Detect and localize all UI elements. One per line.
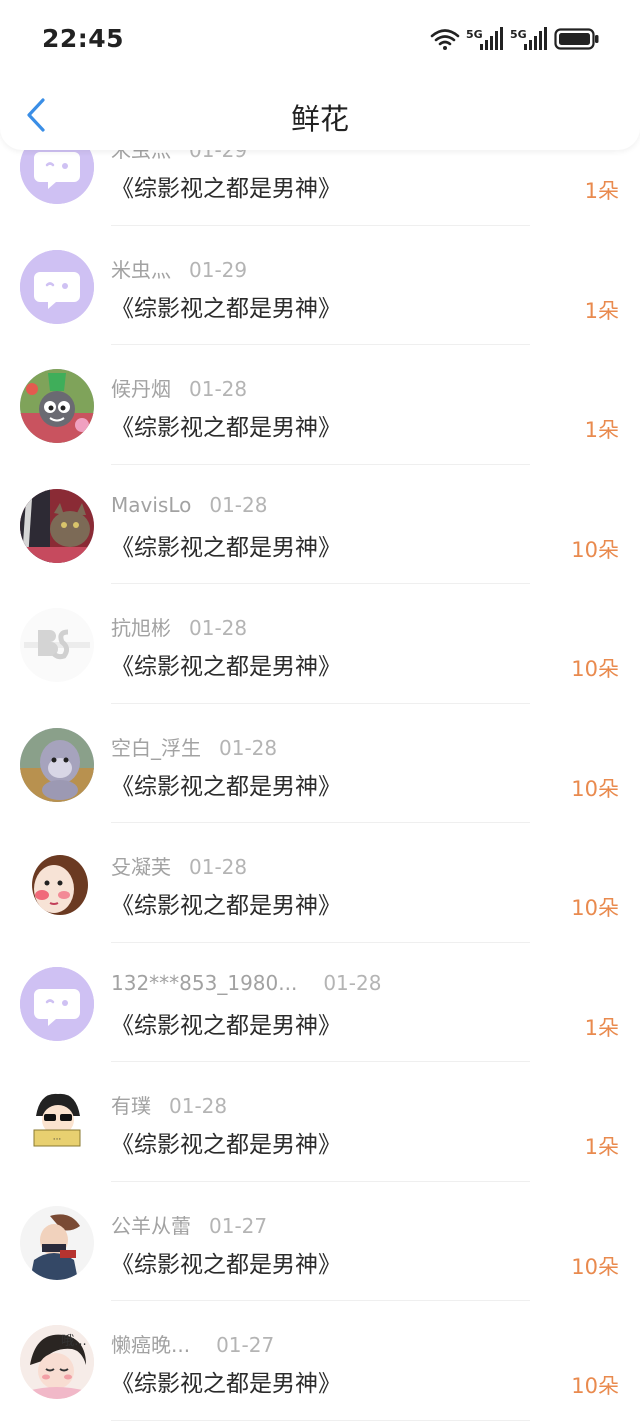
5g-signal-icon: 5G [466,27,503,50]
cartoon-animal-avatar-icon [20,369,94,443]
anime-warrior-avatar-icon [20,1205,94,1280]
avatar[interactable] [20,847,94,921]
header: 22:45 5G 5G 鲜花 [0,0,640,150]
plush-toy-avatar-icon [20,727,94,802]
letters-photo-avatar-icon [20,608,94,682]
book-title: 《综影视之都是男神》 [111,1371,341,1397]
avatar[interactable]: 哦... [20,1325,94,1399]
list-item[interactable]: 抗旭彬 01-28 《综影视之都是男神》 10朵 [0,584,640,704]
anime-sleepy-avatar-icon: 哦... [20,1325,94,1399]
user-name[interactable]: 132***853_1980... [111,971,297,995]
user-name[interactable]: 抗旭彬 [111,612,171,641]
date: 01-27 [216,1333,275,1357]
flower-amount: 10朵 [571,1254,619,1279]
list-item[interactable]: 哦... 懒癌晚... 01-27 《综影视之都是男神》 10朵 [0,1301,640,1421]
flower-amount: 1朵 [584,298,619,323]
cartoon-boy-sign-avatar-icon: ··· [20,1086,94,1160]
book-title: 《综影视之都是男神》 [111,773,341,800]
item-meta: 132***853_1980... 01-28 [111,971,381,997]
flower-amount: 10朵 [571,776,619,801]
list-item[interactable]: 132***853_1980... 01-28 《综影视之都是男神》 1朵 [0,943,640,1062]
user-name[interactable]: 公羊从蕾 [111,1210,191,1239]
date: 01-28 [189,855,248,879]
date: 01-28 [209,492,268,517]
flower-amount: 10朵 [571,1374,619,1398]
list-item[interactable]: 公羊从蕾 01-27 《综影视之都是男神》 10朵 [0,1182,640,1301]
date: 01-28 [323,970,382,995]
user-name[interactable]: 有璞 [111,1090,151,1119]
book-title: 《综影视之都是男神》 [111,1012,341,1039]
chat-bubble-icon [20,249,94,324]
date: 01-28 [189,377,248,401]
book-title: 《综影视之都是男神》 [111,176,341,202]
book-title: 《综影视之都是男神》 [111,1132,341,1158]
status-icons: 5G 5G [430,24,600,54]
avatar[interactable]: ··· [20,1086,94,1160]
book-title: 《综影视之都是男神》 [111,295,341,322]
avatar[interactable] [20,727,94,802]
flower-amount: 1朵 [584,179,619,203]
page-title: 鲜花 [290,102,349,136]
user-name[interactable]: 空白_浮生 [111,732,201,761]
svg-text:5G: 5G [510,28,527,41]
user-name[interactable]: 殳凝芙 [111,851,171,880]
item-meta: 懒癌晚... 01-27 [111,1329,275,1358]
svg-text:···: ··· [53,1135,62,1145]
user-name[interactable]: 候丹烟 [111,373,171,402]
user-name[interactable]: MavisLo [111,493,191,517]
book-title: 《综影视之都是男神》 [111,654,341,680]
date: 01-29 [189,257,248,282]
flower-amount: 1朵 [584,418,619,442]
flower-records-list: 米虫灬 01-29 《综影视之都是男神》 1朵 米虫灬 01-29 《综影视之都… [0,106,640,1421]
item-meta: MavisLo 01-28 [111,493,267,519]
item-meta: 有璞 01-28 [111,1090,228,1119]
avatar[interactable] [20,488,94,563]
flower-amount: 10朵 [571,896,619,920]
flower-amount: 1朵 [584,1135,619,1159]
user-name[interactable]: 米虫灬 [111,254,171,283]
date: 01-28 [189,616,248,640]
book-title: 《综影视之都是男神》 [111,534,341,561]
book-title: 《综影视之都是男神》 [111,1251,341,1278]
wifi-icon [430,29,460,50]
flower-amount: 1朵 [584,1015,619,1040]
avatar[interactable] [20,249,94,324]
item-meta: 抗旭彬 01-28 [111,612,248,641]
chat-bubble-icon [20,966,94,1041]
nav-bar: 鲜花 [0,80,640,150]
avatar[interactable] [20,369,94,443]
list-item[interactable]: ··· 有璞 01-28 《综影视之都是男神》 1朵 [0,1062,640,1182]
list-item[interactable]: MavisLo 01-28 《综影视之都是男神》 10朵 [0,465,640,584]
item-meta: 殳凝芙 01-28 [111,851,248,880]
item-meta: 空白_浮生 01-28 [111,732,278,761]
5g-signal-icon: 5G [510,27,547,50]
cat-photo-avatar-icon [20,488,94,563]
list-item[interactable]: 米虫灬 01-29 《综影视之都是男神》 1朵 [0,226,640,345]
flower-amount: 10朵 [571,657,619,681]
book-title: 《综影视之都是男神》 [111,893,341,919]
battery-icon [554,28,599,50]
user-name[interactable]: 懒癌晚... [111,1329,190,1358]
date: 01-27 [209,1213,268,1238]
flower-list-page: 米虫灬 01-29 《综影视之都是男神》 1朵 米虫灬 01-29 《综影视之都… [0,0,640,1421]
list-item[interactable]: 空白_浮生 01-28 《综影视之都是男神》 10朵 [0,704,640,823]
avatar[interactable] [20,608,94,682]
divider [111,1419,530,1421]
book-title: 《综影视之都是男神》 [111,415,341,441]
avatar-text: 哦... [61,1334,86,1349]
item-meta: 公羊从蕾 01-27 [111,1210,268,1239]
date: 01-28 [169,1094,228,1118]
cartoon-girl-avatar-icon [20,847,94,921]
svg-text:5G: 5G [466,28,483,41]
status-bar: 22:45 5G 5G [0,0,640,80]
status-time: 22:45 [42,24,125,53]
flower-amount: 10朵 [571,537,619,562]
item-meta: 候丹烟 01-28 [111,373,248,402]
item-meta: 米虫灬 01-29 [111,254,248,283]
date: 01-28 [219,735,278,760]
avatar[interactable] [20,966,94,1041]
avatar[interactable] [20,1205,94,1280]
list-item[interactable]: 候丹烟 01-28 《综影视之都是男神》 1朵 [0,345,640,465]
list-item[interactable]: 殳凝芙 01-28 《综影视之都是男神》 10朵 [0,823,640,943]
